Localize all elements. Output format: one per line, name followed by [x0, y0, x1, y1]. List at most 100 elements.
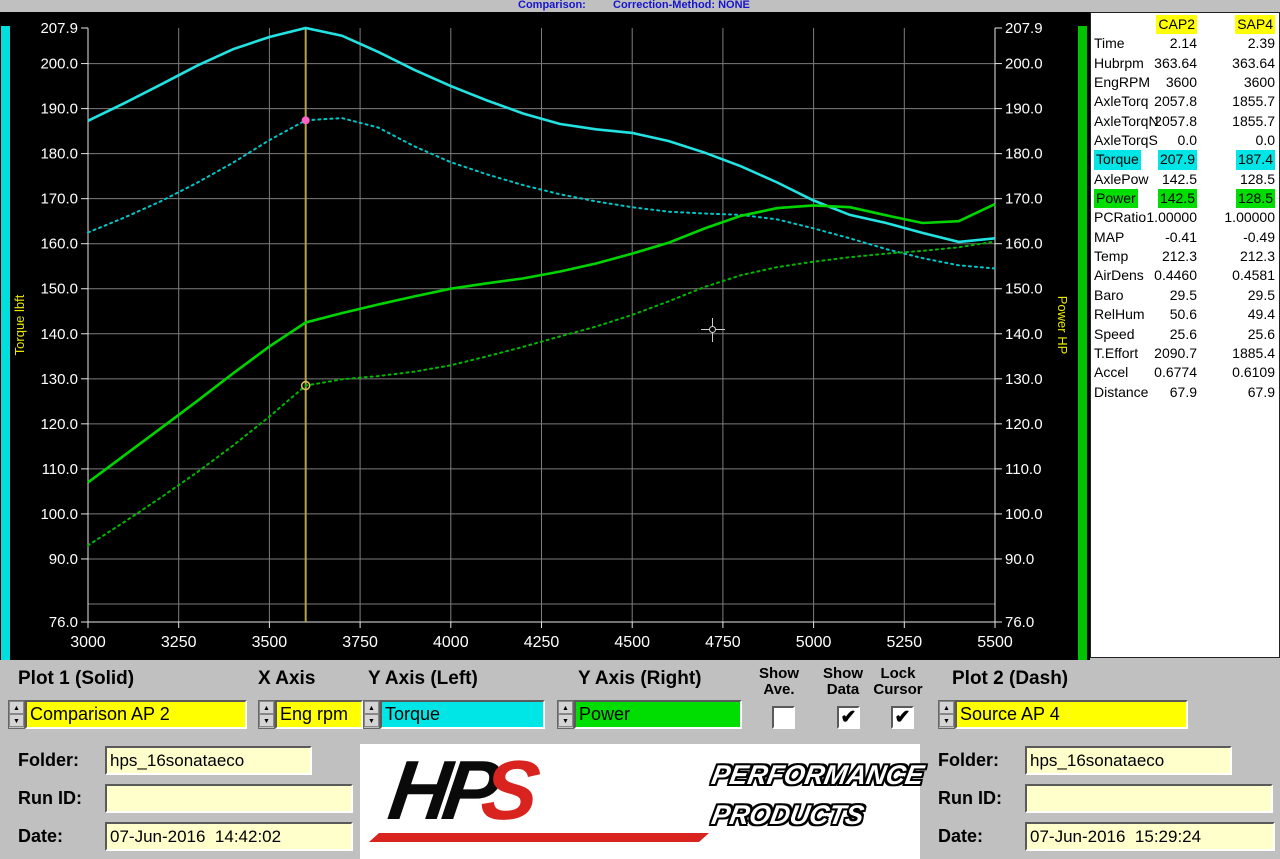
yleft-select[interactable]: Torque — [380, 700, 545, 729]
show-ave-checkbox[interactable] — [772, 706, 795, 729]
spinner-down-icon[interactable]: ▼ — [939, 714, 954, 727]
correction-method-label: Correction-Method: NONE — [613, 0, 750, 11]
svg-text:5000: 5000 — [796, 634, 832, 651]
svg-text:207.9: 207.9 — [40, 20, 78, 37]
spinner-up-icon[interactable]: ▲ — [558, 701, 573, 714]
svg-text:170.0: 170.0 — [40, 191, 78, 208]
svg-text:100.0: 100.0 — [1005, 506, 1043, 523]
svg-text:3500: 3500 — [252, 634, 288, 651]
svg-text:110.0: 110.0 — [42, 461, 78, 478]
table-row: T.Effort2090.71885.4 — [1091, 344, 1279, 363]
yright-label: Y Axis (Right) — [578, 668, 702, 690]
plot2-date-field[interactable]: 07-Jun-2016 15:29:24 — [1025, 822, 1275, 851]
plot2-runid-label: Run ID: — [938, 788, 1002, 809]
svg-text:100.0: 100.0 — [40, 506, 78, 523]
table-row: AxleTorqN2057.81855.7 — [1091, 112, 1279, 131]
left-axis-color-stripe — [1, 26, 10, 668]
dyno-chart: 76.076.090.090.0100.0100.0110.0110.0120.… — [0, 12, 1090, 660]
table-row: AirDens0.44600.4581 — [1091, 266, 1279, 285]
logo-products-text: PRODUCTS — [709, 800, 866, 831]
table-row: MAP-0.41-0.49 — [1091, 228, 1279, 247]
svg-text:3750: 3750 — [342, 634, 378, 651]
plot2-folder-field[interactable]: hps_16sonataeco — [1025, 746, 1232, 775]
svg-text:150.0: 150.0 — [1005, 281, 1043, 298]
svg-text:Power HP: Power HP — [1055, 296, 1070, 355]
spinner-up-icon[interactable]: ▲ — [939, 701, 954, 714]
svg-text:130.0: 130.0 — [40, 371, 78, 388]
show-ave-label: ShowAve. — [750, 666, 808, 698]
plot2-runid-field[interactable] — [1025, 784, 1273, 813]
table-row: Speed25.625.6 — [1091, 325, 1279, 344]
xaxis-label: X Axis — [258, 668, 315, 690]
xaxis-spinner[interactable]: ▲▼ — [258, 700, 275, 729]
spinner-down-icon[interactable]: ▼ — [259, 714, 274, 727]
table-row: Torque207.9187.4 — [1091, 150, 1279, 169]
table-row: Accel0.67740.6109 — [1091, 363, 1279, 382]
table-row: AxlePow142.5128.5 — [1091, 170, 1279, 189]
spinner-up-icon[interactable]: ▲ — [9, 701, 24, 714]
yright-spinner[interactable]: ▲▼ — [557, 700, 574, 729]
plot2-select[interactable]: Source AP 4 — [955, 700, 1188, 729]
svg-text:4000: 4000 — [433, 634, 469, 651]
svg-text:76.0: 76.0 — [1005, 614, 1034, 631]
svg-text:3000: 3000 — [70, 634, 106, 651]
svg-text:180.0: 180.0 — [40, 146, 78, 163]
svg-text:200.0: 200.0 — [1005, 56, 1043, 73]
show-data-checkbox[interactable]: ✔ — [837, 706, 860, 729]
plot1-date-label: Date: — [18, 826, 63, 847]
hps-logo: HPS PERFORMANCE PRODUCTS — [360, 744, 920, 859]
plot2-spinner[interactable]: ▲▼ — [938, 700, 955, 729]
table-row: EngRPM36003600 — [1091, 73, 1279, 92]
xaxis-combo: ▲▼ Eng rpm — [258, 700, 366, 731]
plot1-date-field[interactable]: 07-Jun-2016 14:42:02 — [105, 822, 353, 851]
spinner-down-icon[interactable]: ▼ — [558, 714, 573, 727]
plot1-spinner[interactable]: ▲▼ — [8, 700, 25, 729]
table-row: RelHum50.649.4 — [1091, 305, 1279, 324]
plot1-select[interactable]: Comparison AP 2 — [25, 700, 247, 729]
plot2-combo: ▲▼ Source AP 4 — [938, 700, 1190, 731]
title-bar: Comparison: Correction-Method: NONE — [0, 0, 1280, 12]
svg-text:207.9: 207.9 — [1005, 20, 1043, 37]
dyno-chart-area: 76.076.090.090.0100.0100.0110.0110.0120.… — [0, 12, 1090, 660]
svg-text:Torque lbft: Torque lbft — [12, 294, 27, 355]
svg-text:76.0: 76.0 — [49, 614, 78, 631]
plot2-folder-label: Folder: — [938, 750, 999, 771]
plot1-label: Plot 1 (Solid) — [18, 668, 134, 690]
xaxis-select[interactable]: Eng rpm — [275, 700, 363, 729]
table-row: Distance67.967.9 — [1091, 383, 1279, 402]
spinner-up-icon[interactable]: ▲ — [364, 701, 379, 714]
lock-cursor-checkbox[interactable]: ✔ — [891, 706, 914, 729]
table-header-row: CAP2 SAP4 — [1091, 15, 1279, 34]
spinner-down-icon[interactable]: ▼ — [364, 714, 379, 727]
svg-text:160.0: 160.0 — [40, 236, 78, 253]
svg-text:4500: 4500 — [614, 634, 650, 651]
plot2-label: Plot 2 (Dash) — [952, 668, 1068, 690]
plot1-runid-field[interactable] — [105, 784, 353, 813]
yleft-spinner[interactable]: ▲▼ — [363, 700, 380, 729]
svg-text:90.0: 90.0 — [1005, 551, 1034, 568]
svg-text:120.0: 120.0 — [1005, 416, 1043, 433]
show-data-label: ShowData — [814, 666, 872, 698]
column-header-cap2: CAP2 — [1156, 15, 1197, 34]
svg-text:160.0: 160.0 — [1005, 236, 1043, 253]
plot1-folder-field[interactable]: hps_16sonataeco — [105, 746, 312, 775]
column-header-sap4: SAP4 — [1235, 15, 1275, 34]
spinner-down-icon[interactable]: ▼ — [9, 714, 24, 727]
comparison-label: Comparison: — [518, 0, 586, 11]
plot1-combo: ▲▼ Comparison AP 2 — [8, 700, 256, 731]
lock-cursor-label: LockCursor — [869, 666, 927, 698]
plot2-date-label: Date: — [938, 826, 983, 847]
svg-text:190.0: 190.0 — [40, 101, 78, 118]
logo-performance-text: PERFORMANCE — [709, 760, 926, 791]
svg-text:4750: 4750 — [705, 634, 741, 651]
table-row: Baro29.529.5 — [1091, 286, 1279, 305]
hps-letters: HPS — [383, 740, 539, 840]
svg-text:190.0: 190.0 — [1005, 101, 1043, 118]
table-row: Time2.142.39 — [1091, 34, 1279, 53]
svg-text:170.0: 170.0 — [1005, 191, 1043, 208]
right-axis-color-stripe — [1078, 26, 1087, 668]
spinner-up-icon[interactable]: ▲ — [259, 701, 274, 714]
svg-text:140.0: 140.0 — [1005, 326, 1043, 343]
yleft-label: Y Axis (Left) — [368, 668, 478, 690]
yright-select[interactable]: Power — [574, 700, 742, 729]
